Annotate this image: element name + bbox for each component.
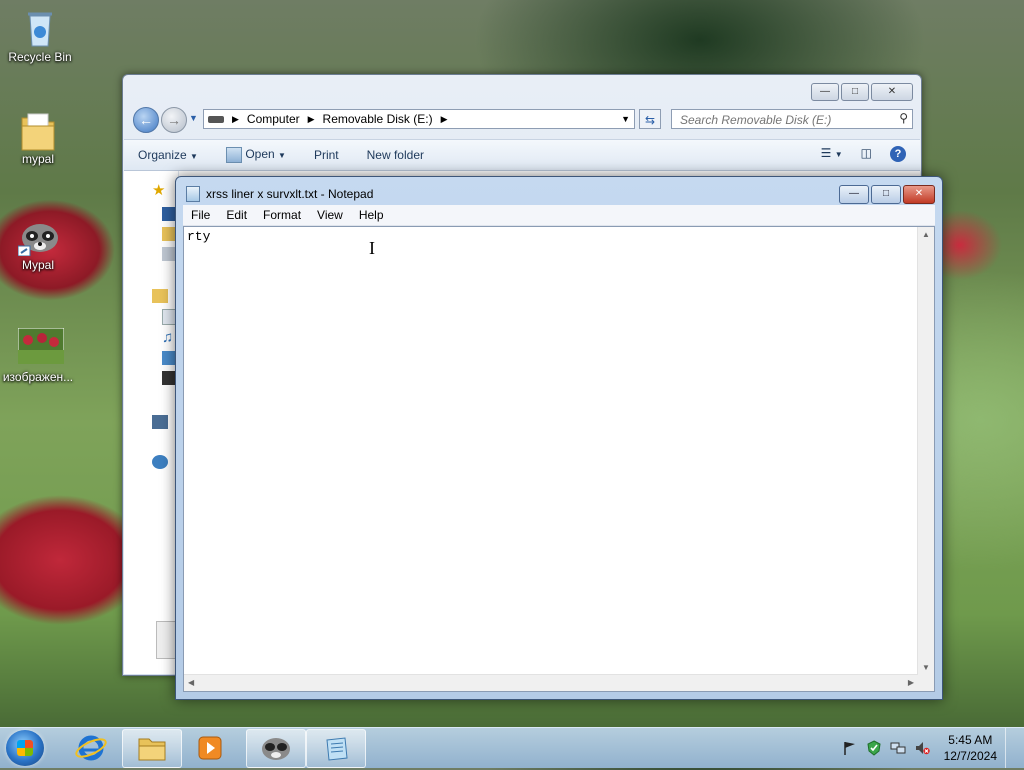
- window-title: xrss liner x survxlt.txt - Notepad: [206, 187, 374, 201]
- close-button[interactable]: ✕: [871, 83, 913, 101]
- breadcrumb-separator-icon[interactable]: ▶: [308, 114, 315, 125]
- forward-button[interactable]: →: [161, 107, 187, 133]
- search-input[interactable]: [678, 111, 892, 129]
- breadcrumb-separator-icon[interactable]: ▶: [441, 114, 448, 125]
- scroll-left-icon[interactable]: ◀: [188, 678, 194, 687]
- menu-edit[interactable]: Edit: [218, 208, 255, 222]
- open-label: Open: [245, 147, 275, 162]
- text-cursor-icon: I: [369, 238, 375, 258]
- back-button[interactable]: ←: [133, 107, 159, 133]
- address-dropdown-icon[interactable]: ▼: [621, 114, 630, 124]
- refresh-icon: ⇆: [644, 113, 656, 127]
- new-folder-button[interactable]: New folder: [353, 148, 438, 162]
- computer-nav-icon[interactable]: [152, 415, 168, 429]
- taskbar-clock[interactable]: 5:45 AM 12/7/2024: [944, 732, 997, 764]
- address-bar[interactable]: ▶ Computer ▶ Removable Disk (E:) ▶ ▼: [203, 109, 635, 129]
- menu-view[interactable]: View: [309, 208, 351, 222]
- raccoon-icon: [262, 738, 290, 760]
- folder-icon: [18, 110, 58, 151]
- preview-pane-icon[interactable]: ◫: [861, 146, 872, 162]
- desktop-icon-image[interactable]: изображен...: [0, 327, 78, 384]
- security-shield-icon[interactable]: [866, 740, 882, 756]
- show-desktop-button[interactable]: [1005, 728, 1016, 768]
- explorer-command-bar: Organize ▼ Open ▼ Print New folder ☰ ▼ ◫…: [124, 139, 920, 171]
- desktop-icon-recycle-bin[interactable]: Recycle Bin: [0, 8, 80, 64]
- help-icon[interactable]: ?: [890, 146, 906, 162]
- notepad-window-controls: — □ ✕: [839, 185, 935, 204]
- taskbar-notepad[interactable]: [306, 729, 366, 768]
- navigation-pane[interactable]: ★ ♫: [124, 171, 180, 674]
- explorer-nav-row: ← → ▼ ▶ Computer ▶ Removable Disk (E:) ▶…: [131, 107, 913, 133]
- maximize-button[interactable]: □: [841, 83, 869, 101]
- favorites-star-icon[interactable]: ★: [152, 181, 168, 199]
- organize-label: Organize: [138, 148, 187, 162]
- open-file-icon: [225, 147, 242, 163]
- scroll-up-icon[interactable]: ▲: [922, 230, 930, 239]
- clock-time: 5:45 AM: [948, 733, 993, 747]
- desktop-icon-label: mypal: [21, 152, 54, 166]
- taskbar-mypal[interactable]: [246, 729, 306, 768]
- minimize-button[interactable]: —: [839, 185, 869, 204]
- internet-explorer-icon: [75, 735, 107, 761]
- windows-logo-icon: [17, 740, 33, 756]
- menu-file[interactable]: File: [183, 208, 218, 222]
- desktop-icon-mypal-folder[interactable]: mypal: [0, 110, 78, 166]
- breadcrumb-separator-icon[interactable]: ▶: [232, 114, 239, 125]
- breadcrumb-removable-disk[interactable]: Removable Disk (E:): [323, 112, 433, 126]
- recycle-bin-icon: [20, 8, 60, 48]
- folder-icon: [138, 738, 166, 761]
- scroll-right-icon[interactable]: ▶: [908, 678, 914, 687]
- horizontal-scrollbar[interactable]: ◀ ▶: [184, 674, 918, 691]
- taskbar-media-player[interactable]: [182, 729, 240, 766]
- system-tray: 5:45 AM 12/7/2024: [842, 728, 1016, 768]
- raccoon-icon: [17, 216, 58, 257]
- open-button[interactable]: Open ▼: [212, 147, 300, 163]
- editor-content[interactable]: rty: [187, 229, 210, 244]
- chevron-down-icon: ▼: [190, 152, 198, 161]
- desktop-icon-label: Recycle Bin: [8, 50, 72, 64]
- clock-date: 12/7/2024: [943, 749, 997, 763]
- network-icon[interactable]: [890, 740, 906, 756]
- chevron-down-icon: ▼: [278, 151, 286, 161]
- taskbar: 5:45 AM 12/7/2024: [0, 727, 1024, 768]
- close-button[interactable]: ✕: [903, 185, 935, 204]
- desktop-icon-mypal-shortcut[interactable]: Mypal: [0, 216, 78, 272]
- recent-pages-chevron-icon[interactable]: ▼: [189, 113, 198, 123]
- menu-help[interactable]: Help: [351, 208, 392, 222]
- network-nav-icon[interactable]: [152, 455, 168, 469]
- desktop-icon-label: изображен...: [2, 370, 74, 384]
- minimize-button[interactable]: —: [811, 83, 839, 101]
- maximize-button[interactable]: □: [871, 185, 901, 204]
- vertical-scrollbar[interactable]: ▲ ▼: [917, 227, 934, 675]
- text-editor[interactable]: rty ▲ ▼ ◀ ▶: [183, 226, 935, 692]
- taskbar-explorer[interactable]: [122, 729, 182, 768]
- scrollbar-corner: [918, 675, 934, 691]
- explorer-window-controls: — □ ✕: [811, 83, 913, 101]
- notepad-menubar: File Edit Format View Help: [183, 205, 935, 226]
- notepad-icon: [326, 737, 348, 761]
- media-player-icon: [198, 736, 222, 760]
- view-options-icon[interactable]: ☰ ▼: [821, 146, 843, 162]
- notepad-icon: [186, 186, 200, 202]
- scroll-down-icon[interactable]: ▼: [922, 663, 930, 672]
- taskbar-internet-explorer[interactable]: [62, 729, 120, 766]
- refresh-button[interactable]: ⇆: [639, 109, 661, 129]
- volume-muted-icon[interactable]: [914, 740, 930, 756]
- image-thumbnail-icon: [17, 327, 65, 368]
- print-button[interactable]: Print: [300, 148, 353, 162]
- breadcrumb-computer[interactable]: Computer: [247, 112, 300, 126]
- desktop-icon-label: Mypal: [21, 258, 54, 272]
- notepad-window[interactable]: xrss liner x survxlt.txt - Notepad — □ ✕…: [175, 176, 943, 700]
- notepad-titlebar[interactable]: xrss liner x survxlt.txt - Notepad: [186, 186, 373, 202]
- libraries-nav-icon[interactable]: [152, 289, 168, 303]
- search-box[interactable]: ⚲: [671, 109, 913, 129]
- start-button[interactable]: [6, 730, 44, 766]
- menu-format[interactable]: Format: [255, 208, 309, 222]
- action-center-flag-icon[interactable]: [842, 740, 858, 756]
- explorer-view-controls: ☰ ▼ ◫ ?: [821, 146, 906, 162]
- organize-button[interactable]: Organize ▼: [124, 148, 212, 162]
- drive-icon: [208, 115, 224, 123]
- search-icon[interactable]: ⚲: [899, 111, 908, 125]
